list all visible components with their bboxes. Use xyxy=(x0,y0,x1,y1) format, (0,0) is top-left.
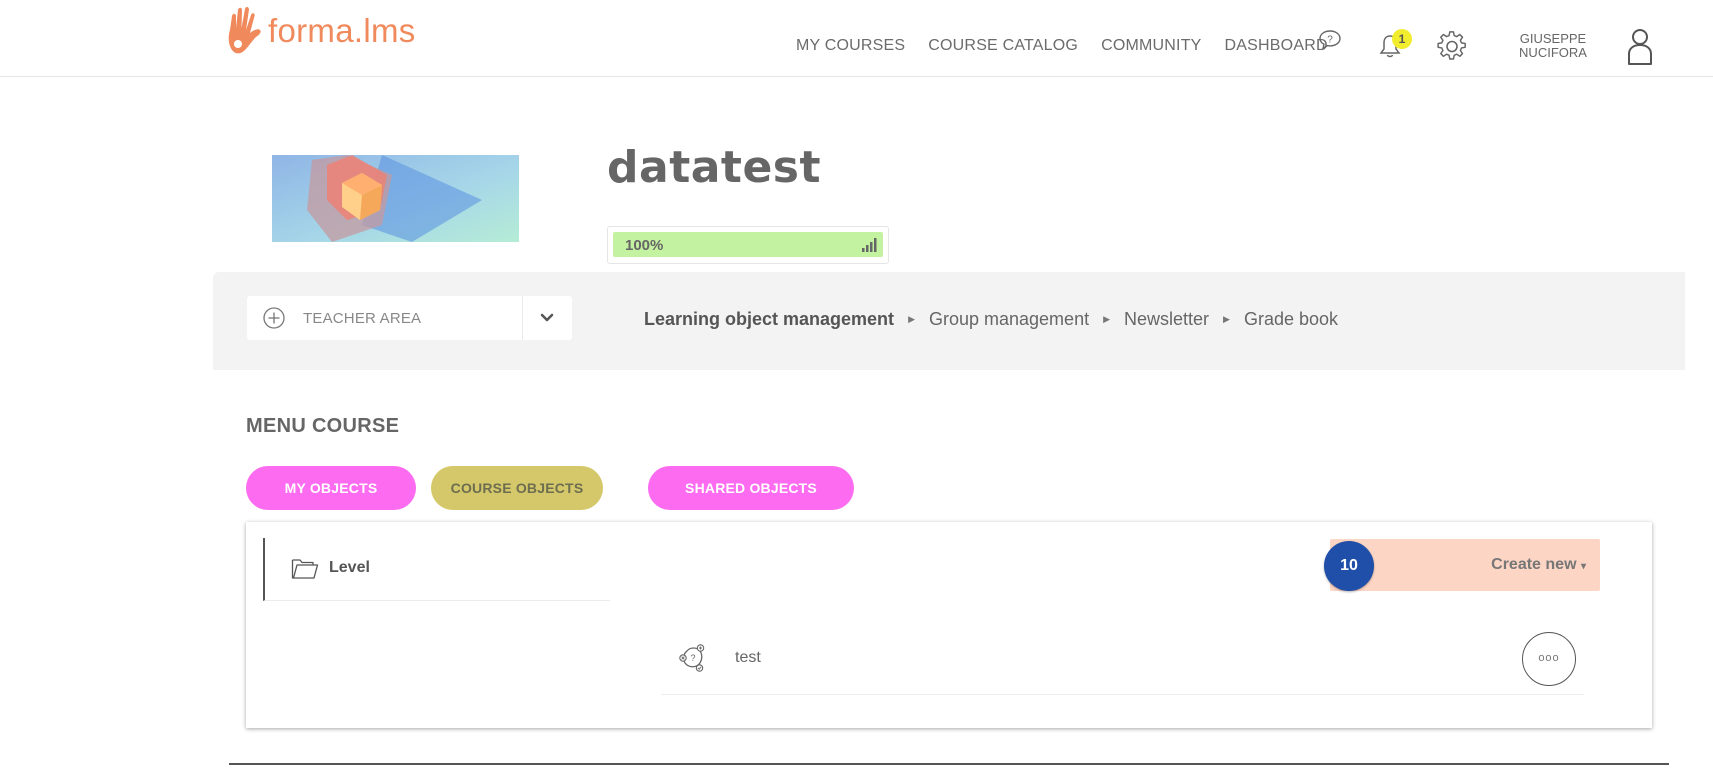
teacher-area-label: TEACHER AREA xyxy=(303,309,422,327)
top-header: forma.lms MY COURSES COURSE CATALOG COMM… xyxy=(0,0,1713,77)
svg-text:?: ? xyxy=(690,653,695,663)
objects-panel: Level 10 Create new ▾ ? test ooo xyxy=(246,522,1652,728)
nav-course-catalog[interactable]: COURSE CATALOG xyxy=(928,37,1078,55)
course-cover-image xyxy=(272,155,519,242)
crumb-arrow-icon: ▶ xyxy=(1103,314,1110,324)
tab-course-objects[interactable]: COURSE OBJECTS xyxy=(431,466,603,510)
plus-circle-icon xyxy=(263,307,285,329)
test-object-icon: ? xyxy=(679,644,705,672)
object-count-badge: 10 xyxy=(1324,541,1374,591)
crumb-group-management[interactable]: Group management xyxy=(929,309,1089,330)
notification-badge: 1 xyxy=(1392,29,1412,49)
forma-logo[interactable]: forma.lms xyxy=(226,6,416,56)
user-name[interactable]: GIUSEPPE NUCIFORA xyxy=(1505,32,1601,60)
course-progress-bar: 100% xyxy=(607,226,889,264)
create-new-button[interactable]: 10 Create new ▾ xyxy=(1324,539,1600,591)
crumb-learning-object-management[interactable]: Learning object management xyxy=(644,309,894,330)
logo-text: forma.lms xyxy=(268,12,416,49)
teacher-area-select[interactable]: TEACHER AREA xyxy=(247,296,572,340)
chevron-down-icon[interactable] xyxy=(539,310,555,326)
create-new-label: Create new ▾ xyxy=(1491,556,1586,573)
object-name: test xyxy=(735,649,761,666)
crumb-grade-book[interactable]: Grade book xyxy=(1244,309,1338,330)
user-last-name: NUCIFORA xyxy=(1519,45,1587,60)
crumb-arrow-icon: ▶ xyxy=(1223,314,1230,324)
nav-community[interactable]: COMMUNITY xyxy=(1101,37,1201,55)
more-options-button[interactable]: ooo xyxy=(1522,632,1576,686)
footer-divider xyxy=(229,763,1669,765)
tab-shared-objects[interactable]: SHARED OBJECTS xyxy=(648,466,854,510)
gear-icon[interactable] xyxy=(1436,30,1468,67)
level-folder-item[interactable]: Level xyxy=(263,538,610,601)
user-icon[interactable] xyxy=(1626,26,1654,71)
main-nav: MY COURSES COURSE CATALOG COMMUNITY DASH… xyxy=(796,37,1351,55)
select-divider xyxy=(522,296,523,340)
nav-dashboard[interactable]: DASHBOARD xyxy=(1225,37,1328,55)
hand-logo-icon xyxy=(228,6,261,54)
signal-bars-icon xyxy=(862,238,877,252)
help-chat-icon[interactable]: ? xyxy=(1318,29,1342,56)
crumb-arrow-icon: ▶ xyxy=(908,314,915,324)
svg-text:?: ? xyxy=(1327,35,1333,46)
user-first-name: GIUSEPPE xyxy=(1519,31,1587,46)
folder-icon xyxy=(291,559,319,579)
learning-object-row[interactable]: ? test ooo xyxy=(661,632,1584,695)
nav-my-courses[interactable]: MY COURSES xyxy=(796,37,905,55)
level-label: Level xyxy=(329,559,370,576)
teacher-breadcrumb: Learning object management ▶ Group manag… xyxy=(644,309,1338,330)
menu-course-title: MENU COURSE xyxy=(246,415,400,437)
progress-label: 100% xyxy=(625,237,664,254)
tab-my-objects[interactable]: MY OBJECTS xyxy=(246,466,416,510)
course-title: datatest xyxy=(607,142,822,193)
crumb-newsletter[interactable]: Newsletter xyxy=(1124,309,1209,330)
